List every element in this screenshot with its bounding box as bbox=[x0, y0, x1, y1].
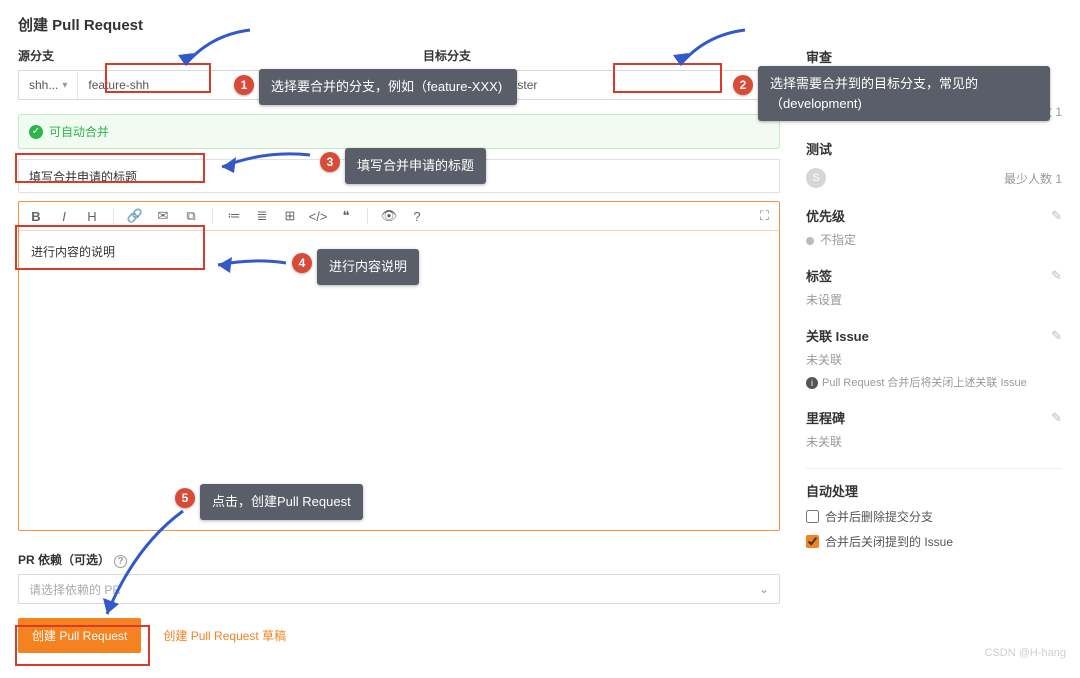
list-ol-icon[interactable]: ≣ bbox=[255, 208, 269, 224]
pr-dep-placeholder: 请选择依赖的 PR bbox=[29, 581, 121, 598]
annotation-2: 选择需要合并到的目标分支，常见的（development) bbox=[758, 66, 1050, 121]
annotation-3: 填写合并申请的标题 bbox=[345, 148, 486, 184]
create-draft-button[interactable]: 创建 Pull Request 草稿 bbox=[163, 627, 286, 644]
issue-note: Pull Request 合并后将关闭上述关联 Issue bbox=[822, 377, 1027, 389]
avatar[interactable]: S bbox=[806, 168, 826, 188]
editor-toolbar: B I H 🔗 ✉ ⧉ ≔ ≣ ⊞ </> ❝ 👁 ? ⛶ bbox=[19, 202, 779, 230]
bold-icon[interactable]: B bbox=[29, 209, 43, 224]
annotation-badge-3: 3 bbox=[320, 152, 340, 172]
annotation-1: 选择要合并的分支，例如（feature-XXX) bbox=[259, 69, 517, 105]
watermark: CSDN @H-hang bbox=[985, 647, 1066, 659]
heading-icon[interactable]: H bbox=[85, 209, 99, 224]
annotation-badge-1: 1 bbox=[234, 75, 254, 95]
annotation-4: 进行内容说明 bbox=[317, 249, 419, 285]
source-branch: feature-shh bbox=[88, 78, 149, 92]
issue-value: 未关联 bbox=[806, 351, 1062, 368]
edit-icon[interactable]: ✎ bbox=[1051, 208, 1062, 224]
quote-icon[interactable]: ❝ bbox=[339, 208, 353, 224]
priority-title: 优先级 bbox=[806, 206, 845, 225]
review-title: 审查 bbox=[806, 47, 832, 66]
attachment-icon[interactable]: ⧉ bbox=[184, 208, 198, 224]
annotation-badge-4: 4 bbox=[292, 253, 312, 273]
preview-icon[interactable]: 👁 bbox=[382, 208, 396, 224]
code-icon[interactable]: </> bbox=[311, 209, 325, 224]
annotation-5: 点击，创建Pull Request bbox=[200, 484, 363, 520]
sidebar: 审查 审查人员 S 最少人数 1 测试 S 最少人数 1 优先级 ✎ 不指定 标… bbox=[806, 47, 1062, 653]
list-ul-icon[interactable]: ≔ bbox=[227, 208, 241, 224]
link-icon[interactable]: 🔗 bbox=[128, 208, 142, 224]
merge-status: ✓ 可自动合并 bbox=[18, 114, 780, 149]
edit-icon[interactable]: ✎ bbox=[1051, 410, 1062, 426]
delete-branch-checkbox[interactable]: 合并后删除提交分支 bbox=[806, 508, 1062, 525]
caret-down-icon: ▾ bbox=[62, 80, 67, 91]
issue-title: 关联 Issue bbox=[806, 326, 869, 345]
annotation-badge-2: 2 bbox=[733, 75, 753, 95]
delete-branch-label: 合并后删除提交分支 bbox=[825, 508, 933, 525]
close-issue-checkbox[interactable]: 合并后关闭提到的 Issue bbox=[806, 533, 1062, 550]
test-title: 测试 bbox=[806, 139, 832, 158]
source-repo: shh... bbox=[29, 78, 58, 92]
main-column: 源分支 shh...▾ feature-shh▾ › 目标分支 g/hang▾ … bbox=[18, 47, 780, 653]
italic-icon[interactable]: I bbox=[57, 209, 71, 224]
create-pr-button[interactable]: 创建 Pull Request bbox=[18, 618, 141, 653]
checkbox-input[interactable] bbox=[806, 510, 819, 523]
merge-status-text: 可自动合并 bbox=[49, 123, 109, 140]
edit-icon[interactable]: ✎ bbox=[1051, 328, 1062, 344]
help-icon[interactable]: ? bbox=[410, 209, 424, 224]
auto-title: 自动处理 bbox=[806, 481, 858, 500]
mail-icon[interactable]: ✉ bbox=[156, 208, 170, 224]
page-title: 创建 Pull Request bbox=[18, 14, 1062, 35]
annotation-badge-5: 5 bbox=[175, 488, 195, 508]
expand-icon[interactable]: ⛶ bbox=[760, 208, 769, 224]
source-branch-label: 源分支 bbox=[18, 47, 375, 64]
dot-icon bbox=[806, 237, 814, 245]
milestone-title: 里程碑 bbox=[806, 408, 845, 427]
close-issue-label: 合并后关闭提到的 Issue bbox=[825, 533, 953, 550]
milestone-value: 未关联 bbox=[806, 433, 1062, 450]
target-branch-label: 目标分支 bbox=[423, 47, 780, 64]
info-icon: i bbox=[806, 377, 818, 389]
help-icon[interactable]: ? bbox=[114, 555, 127, 568]
labels-title: 标签 bbox=[806, 266, 832, 285]
labels-value: 未设置 bbox=[806, 291, 1062, 308]
checkbox-input[interactable] bbox=[806, 535, 819, 548]
pr-dep-select[interactable]: 请选择依赖的 PR ⌄ bbox=[18, 574, 780, 604]
table-icon[interactable]: ⊞ bbox=[283, 208, 297, 224]
edit-icon[interactable]: ✎ bbox=[1051, 268, 1062, 284]
test-min: 最少人数 1 bbox=[1004, 170, 1062, 187]
caret-down-icon: ⌄ bbox=[759, 582, 769, 596]
priority-value: 不指定 bbox=[820, 233, 856, 247]
pr-dep-label: PR 依赖（可选）? bbox=[18, 551, 780, 568]
check-icon: ✓ bbox=[29, 125, 43, 139]
